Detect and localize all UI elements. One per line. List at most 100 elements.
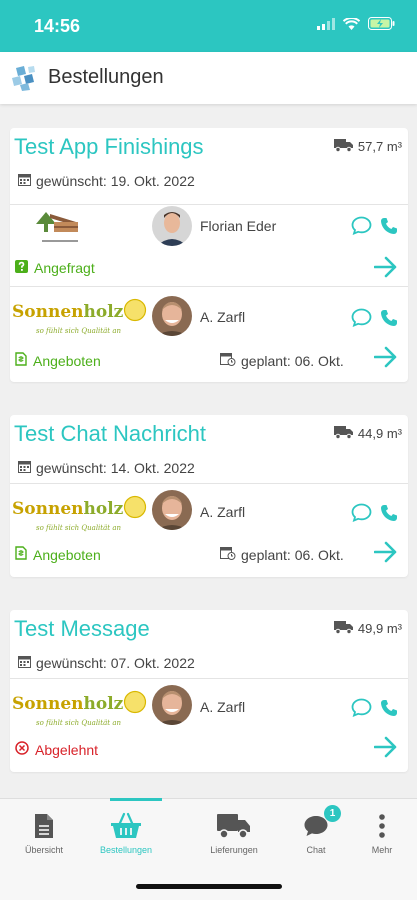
sonnenholz-tagline: so fühlt sich Qualität an — [36, 524, 122, 532]
tab-label: Bestellungen — [99, 845, 153, 855]
home-indicator[interactable] — [136, 884, 282, 889]
order-status: Angeboten — [15, 546, 101, 563]
phone-icon[interactable] — [380, 699, 398, 722]
order-status: Angeboten — [15, 352, 101, 369]
order-status-text: Angefragt — [34, 260, 95, 276]
chat-icon[interactable] — [351, 308, 372, 332]
arrow-right-icon[interactable] — [373, 541, 398, 568]
contact-name: A. Zarfl — [200, 699, 246, 715]
order-volume-value: 49,9 m³ — [357, 621, 402, 636]
order-volume: 57,7 m³ — [333, 138, 402, 155]
order-wish-date-text: gewünscht: 19. Okt. 2022 — [36, 173, 195, 189]
chat-bubble-icon: 1 — [303, 805, 341, 841]
contact-actions — [351, 503, 398, 527]
status-bar: 14:56 — [0, 0, 417, 52]
calendar-clock-icon — [220, 352, 236, 369]
supplier-logo-sonnenholz: Sonnenholz so fühlt sich Qualität an — [12, 298, 147, 335]
calendar-icon — [18, 173, 31, 189]
order-wish-date: gewünscht: 19. Okt. 2022 — [18, 173, 195, 189]
supplier-logo-sonnenholz: Sonnenholz so fühlt sich Qualität an — [12, 495, 147, 532]
supplier-logo-saegewerk — [30, 204, 90, 255]
order-volume-value: 57,7 m³ — [357, 139, 402, 154]
chat-icon[interactable] — [351, 503, 372, 527]
document-icon — [34, 811, 54, 841]
order-card[interactable]: Test Chat Nachricht 44,9 m³ gewünscht: 1… — [10, 415, 408, 577]
tab-label: Übersicht — [24, 845, 63, 855]
planned-date-text: geplant: 06. Okt. — [241, 546, 344, 563]
status-icons — [317, 17, 395, 35]
contact-name: A. Zarfl — [200, 309, 246, 325]
phone-icon[interactable] — [380, 309, 398, 332]
order-title[interactable]: Test App Finishings — [14, 134, 204, 160]
arrow-right-icon[interactable] — [373, 736, 398, 763]
contact-name: A. Zarfl — [200, 504, 246, 520]
tab-uebersicht[interactable]: Übersicht — [2, 799, 86, 869]
signal-icon — [317, 17, 335, 35]
contact-actions — [351, 698, 398, 722]
question-square-icon — [15, 260, 28, 276]
app-logo-icon[interactable] — [10, 64, 38, 97]
order-wish-date: gewünscht: 07. Okt. 2022 — [18, 655, 195, 671]
sun-icon — [123, 495, 147, 524]
truck-icon — [333, 425, 354, 442]
order-wish-date: gewünscht: 14. Okt. 2022 — [18, 460, 195, 476]
more-vertical-icon — [378, 811, 386, 841]
arrow-right-icon[interactable] — [373, 256, 398, 283]
chat-icon[interactable] — [351, 698, 372, 722]
arrow-right-icon[interactable] — [373, 346, 398, 373]
order-wish-date-text: gewünscht: 14. Okt. 2022 — [36, 460, 195, 476]
supplier-logo-sonnenholz: Sonnenholz so fühlt sich Qualität an — [12, 690, 147, 727]
tab-label: Lieferungen — [210, 845, 258, 855]
avatar — [152, 685, 192, 725]
order-status-text: Angeboten — [33, 546, 101, 563]
order-status-text: Abgelehnt — [35, 741, 99, 758]
order-status-text: Angeboten — [33, 352, 101, 369]
order-card[interactable]: Test Message 49,9 m³ gewünscht: 07. Okt.… — [10, 610, 408, 772]
tab-lieferungen[interactable]: Lieferungen — [192, 799, 276, 869]
phone-icon[interactable] — [380, 504, 398, 527]
order-volume: 44,9 m³ — [333, 425, 402, 442]
truck-icon — [333, 138, 354, 155]
calendar-icon — [18, 655, 31, 671]
offer-document-icon — [15, 546, 27, 563]
rejected-circle-icon — [15, 741, 29, 758]
planned-date: geplant: 06. Okt. — [220, 352, 344, 369]
contact-actions — [351, 216, 398, 240]
avatar — [152, 296, 192, 336]
wifi-icon — [342, 17, 361, 35]
sonnenholz-brand: Sonnenholz — [12, 302, 124, 322]
order-card[interactable]: Test App Finishings 57,7 m³ gewünscht: 1… — [10, 128, 408, 382]
phone-icon[interactable] — [380, 217, 398, 240]
sonnenholz-brand: Sonnenholz — [12, 499, 124, 519]
battery-charging-icon — [368, 17, 395, 35]
calendar-icon — [18, 460, 31, 476]
truck-icon — [217, 811, 251, 841]
order-volume-value: 44,9 m³ — [357, 426, 402, 441]
order-status: Angefragt — [15, 260, 95, 276]
sun-icon — [123, 298, 147, 327]
tab-mehr[interactable]: Mehr — [340, 799, 417, 869]
chat-icon[interactable] — [351, 216, 372, 240]
contact-actions — [351, 308, 398, 332]
order-wish-date-text: gewünscht: 07. Okt. 2022 — [36, 655, 195, 671]
order-status: Abgelehnt — [15, 741, 98, 758]
divider — [10, 483, 408, 484]
basket-icon — [110, 811, 142, 841]
page-title: Bestellungen — [48, 66, 164, 88]
status-time: 14:56 — [34, 16, 81, 36]
tab-bestellungen[interactable]: Bestellungen — [84, 798, 168, 869]
order-title[interactable]: Test Chat Nachricht — [14, 421, 206, 447]
chat-badge: 1 — [324, 805, 341, 822]
divider — [10, 678, 408, 679]
app-header: Bestellungen — [0, 52, 417, 104]
sonnenholz-tagline: so fühlt sich Qualität an — [36, 719, 122, 727]
order-title[interactable]: Test Message — [14, 616, 150, 642]
sun-icon — [123, 690, 147, 719]
planned-date-text: geplant: 06. Okt. — [241, 352, 344, 369]
tab-label: Chat — [306, 845, 326, 855]
tab-label: Mehr — [371, 845, 393, 855]
calendar-clock-icon — [220, 546, 236, 563]
avatar — [152, 490, 192, 530]
offer-document-icon — [15, 352, 27, 369]
contact-name: Florian Eder — [200, 218, 277, 234]
